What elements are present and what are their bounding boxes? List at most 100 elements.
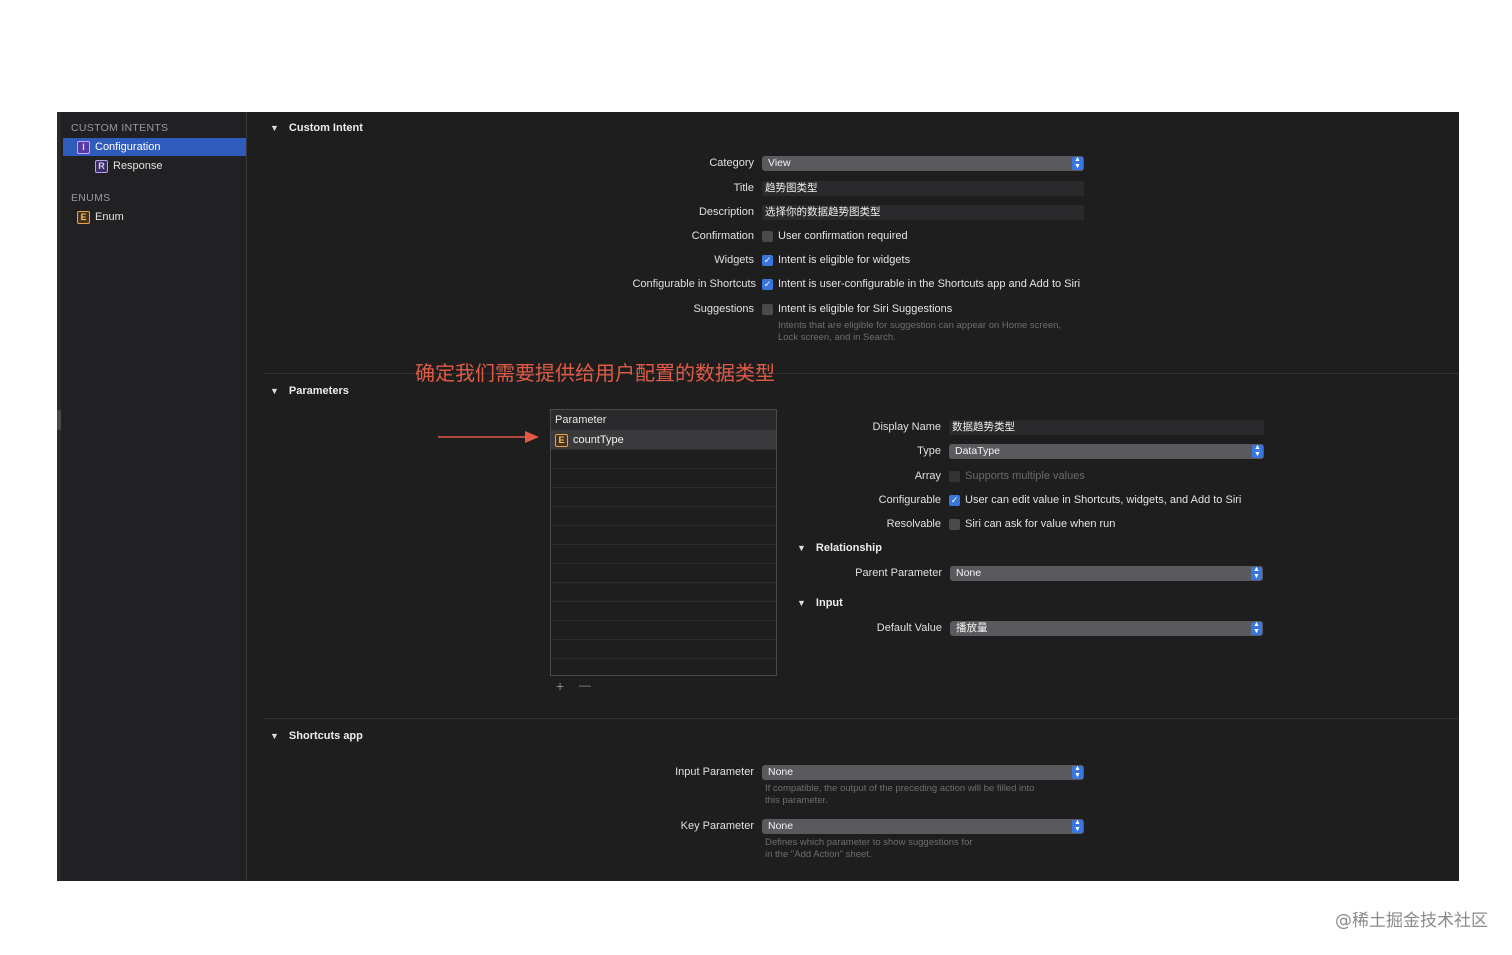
default-value-label: Default Value — [876, 622, 942, 634]
key-parameter-popup[interactable]: None ▲ ▼ — [762, 819, 1084, 834]
hint-line: Lock screen, and in Search. — [778, 332, 896, 343]
enum-badge-icon: E — [77, 210, 90, 224]
enum-badge-icon: E — [555, 433, 568, 447]
resolvable-text: Siri can ask for value when run — [965, 518, 1116, 530]
key-parameter-value: None — [768, 820, 794, 832]
parent-parameter-popup[interactable]: None ▲ ▼ — [950, 566, 1263, 581]
sidebar-item-configuration[interactable]: I Configuration — [63, 138, 246, 156]
description-label: Description — [698, 206, 754, 218]
input-parameter-popup[interactable]: None ▲ ▼ — [762, 765, 1084, 780]
configurable-checkbox[interactable]: ✓ — [762, 278, 773, 290]
input-disclosure[interactable]: ▼ Input — [797, 597, 843, 609]
confirmation-label: Confirmation — [691, 230, 754, 242]
shortcuts-app-disclosure[interactable]: ▼ Shortcuts app — [270, 730, 363, 742]
suggestions-text: Intent is eligible for Siri Suggestions — [778, 303, 953, 315]
popup-arrows-icon: ▲ ▼ — [1251, 566, 1262, 580]
section-title: Parameters — [288, 385, 349, 397]
widgets-label: Widgets — [714, 254, 754, 266]
table-row-empty — [551, 526, 776, 545]
subsection-title: Input — [815, 597, 843, 609]
table-row-empty — [551, 583, 776, 602]
sidebar-item-enum[interactable]: E Enum — [77, 208, 124, 226]
hint-line: Defines which parameter to show suggesti… — [765, 837, 973, 848]
widgets-checkbox-row[interactable]: ✓ Intent is eligible for widgets — [762, 254, 910, 266]
parameter-name: countType — [573, 434, 624, 446]
input-parameter-label: Input Parameter — [675, 766, 754, 778]
configurable-param-text: User can edit value in Shortcuts, widget… — [965, 494, 1242, 506]
array-checkbox-row[interactable]: Supports multiple values — [949, 470, 1085, 482]
disclosure-triangle-icon: ▼ — [270, 386, 279, 396]
table-row-empty — [551, 545, 776, 564]
disclosure-triangle-icon: ▼ — [270, 731, 279, 741]
category-label: Category — [709, 157, 754, 169]
table-row-empty — [551, 564, 776, 583]
array-checkbox[interactable] — [949, 470, 960, 482]
configurable-checkbox-row[interactable]: ✓ Intent is user-configurable in the Sho… — [762, 278, 1080, 290]
section-divider — [264, 718, 1459, 719]
type-label: Type — [917, 445, 941, 457]
table-row-empty — [551, 640, 776, 659]
popup-arrows-icon: ▲ ▼ — [1072, 765, 1083, 779]
relationship-disclosure[interactable]: ▼ Relationship — [797, 542, 882, 554]
enums-header: ENUMS — [71, 192, 111, 204]
remove-parameter-button[interactable]: — — [579, 678, 591, 692]
input-parameter-hint: If compatible, the output of the precedi… — [765, 783, 1034, 807]
sidebar-item-response[interactable]: R Response — [95, 157, 163, 175]
type-popup[interactable]: DataType ▲ ▼ — [949, 444, 1264, 459]
suggestions-label: Suggestions — [693, 303, 754, 315]
popup-arrows-icon: ▲ ▼ — [1072, 819, 1083, 833]
section-title: Shortcuts app — [288, 730, 363, 742]
table-row[interactable]: E countType — [551, 431, 776, 450]
resolvable-checkbox[interactable] — [949, 518, 960, 530]
suggestions-checkbox-row[interactable]: Intent is eligible for Siri Suggestions — [762, 303, 952, 315]
table-row-empty — [551, 507, 776, 526]
sidebar-item-label: Configuration — [95, 141, 161, 153]
category-popup[interactable]: View ▲ ▼ — [762, 156, 1084, 171]
popup-arrows-icon: ▲ ▼ — [1251, 621, 1262, 635]
display-name-field[interactable]: 数据趋势类型 — [949, 420, 1264, 435]
confirmation-text: User confirmation required — [778, 230, 908, 242]
configurable-param-label: Configurable — [878, 494, 941, 506]
custom-intents-header: CUSTOM INTENTS — [71, 122, 169, 134]
title-label: Title — [733, 182, 754, 194]
table-row-empty — [551, 488, 776, 507]
parameters-disclosure[interactable]: ▼ Parameters — [270, 385, 349, 397]
confirmation-checkbox[interactable] — [762, 230, 773, 242]
sidebar-item-label: Response — [113, 160, 163, 172]
array-label: Array — [914, 470, 941, 482]
table-row-empty — [551, 621, 776, 640]
intent-badge-icon: I — [77, 140, 90, 154]
confirmation-checkbox-row[interactable]: User confirmation required — [762, 230, 908, 242]
configurable-label: Configurable in Shortcuts — [632, 278, 756, 290]
default-value-value: 播放量 — [956, 622, 988, 634]
popup-arrows-icon: ▲ ▼ — [1252, 444, 1263, 458]
table-row-empty — [551, 469, 776, 488]
section-title: Custom Intent — [288, 122, 363, 134]
type-value: DataType — [955, 445, 1000, 457]
default-value-popup[interactable]: 播放量 ▲ ▼ — [950, 621, 1263, 636]
description-field[interactable]: 选择你的数据趋势图类型 — [762, 205, 1084, 220]
annotation-arrow-icon — [438, 431, 539, 443]
title-field[interactable]: 趋势图类型 — [762, 181, 1084, 196]
suggestions-checkbox[interactable] — [762, 303, 773, 315]
parent-parameter-value: None — [956, 567, 982, 579]
configurable-param-checkbox-row[interactable]: ✓ User can edit value in Shortcuts, widg… — [949, 494, 1241, 506]
table-row-empty — [551, 450, 776, 469]
watermark: @稀土掘金技术社区 — [1335, 911, 1488, 931]
sidebar-item-label: Enum — [95, 211, 124, 223]
table-row-empty — [551, 602, 776, 621]
suggestions-hint: Intents that are eligible for suggestion… — [778, 320, 1061, 344]
configurable-param-checkbox[interactable]: ✓ — [949, 494, 960, 506]
configurable-text: Intent is user-configurable in the Short… — [778, 278, 1081, 290]
annotation-text: 确定我们需要提供给用户配置的数据类型 — [415, 361, 775, 385]
hint-line: this parameter. — [765, 795, 828, 806]
resolvable-checkbox-row[interactable]: Siri can ask for value when run — [949, 518, 1115, 530]
resize-nub[interactable] — [57, 410, 61, 430]
disclosure-triangle-icon: ▼ — [797, 598, 806, 608]
add-parameter-button[interactable]: + — [556, 678, 564, 694]
custom-intent-disclosure[interactable]: ▼ Custom Intent — [270, 122, 363, 134]
widgets-checkbox[interactable]: ✓ — [762, 254, 773, 266]
hint-line: in the "Add Action" sheet. — [765, 849, 872, 860]
sidebar: CUSTOM INTENTS I Configuration R Respons… — [57, 112, 247, 881]
resolvable-label: Resolvable — [886, 518, 941, 530]
